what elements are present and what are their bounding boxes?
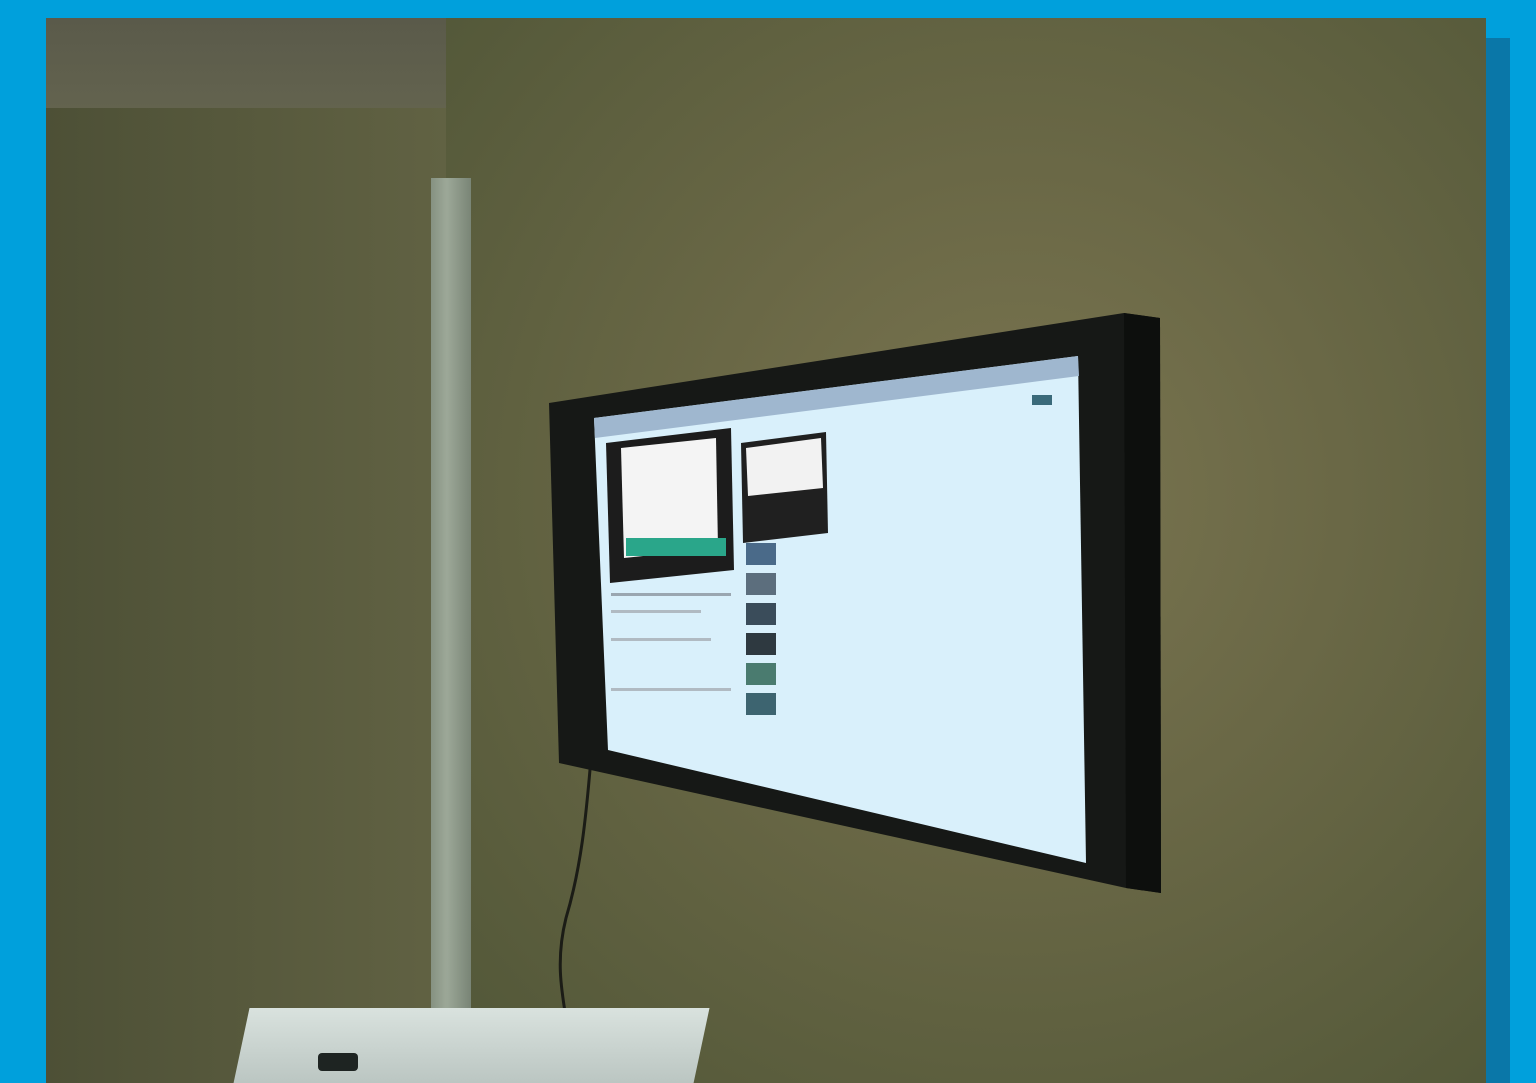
- wall-mounted-tv: [546, 298, 1166, 898]
- wall-pipe: [431, 178, 471, 1038]
- frame-shadow: [1486, 38, 1510, 1083]
- left-wall: [46, 108, 446, 1083]
- tv-drawing: [549, 313, 1161, 893]
- remote-control: [318, 1053, 358, 1071]
- photo: [46, 18, 1486, 1083]
- desk: [232, 1008, 710, 1083]
